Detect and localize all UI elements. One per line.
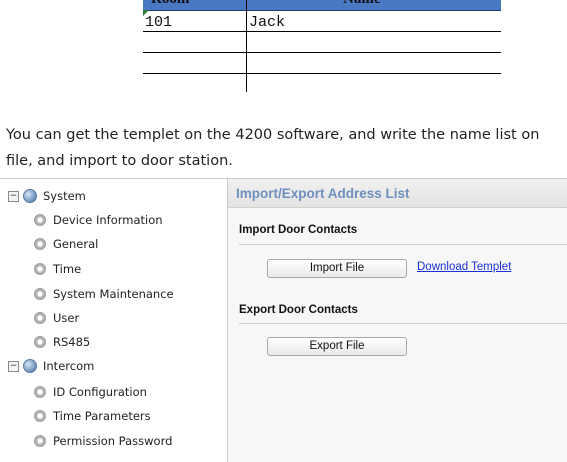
sidebar-item-time-parameters[interactable]: Time Parameters [34,405,151,427]
sidebar-item-label: Time Parameters [53,409,151,423]
table-row [143,53,501,74]
sidebar-item-general[interactable]: General [34,233,98,255]
table-header-room: Room [151,0,189,8]
import-file-button[interactable]: Import File [267,259,407,278]
gear-icon [34,386,46,398]
tree-node-label: System [43,189,86,203]
tree-node-system[interactable]: − System [8,185,86,207]
gear-icon [34,288,46,300]
export-section-title: Export Door Contacts [239,304,358,316]
instruction-line-1: You can get the templet on the 4200 soft… [6,127,540,143]
device-config-window: − System Device Information General Time… [0,178,567,462]
page-title: Import/Export Address List [236,186,410,201]
table-header: Room Name [143,0,501,11]
gear-icon [34,336,46,348]
sidebar-item-rs485[interactable]: RS485 [34,331,90,353]
collapse-toggle-icon[interactable]: − [8,360,19,372]
table-column-divider [246,0,247,92]
table-row [143,74,501,94]
sidebar-item-label: Time [53,262,82,276]
sidebar-item-device-information[interactable]: Device Information [34,209,163,231]
collapse-toggle-icon[interactable]: − [8,190,19,202]
sidebar-item-label: General [53,237,99,251]
sidebar-item-permission-password[interactable]: Permission Password [34,430,172,452]
sidebar-item-label: User [53,311,80,325]
sidebar-tree: − System Device Information General Time… [0,179,228,462]
download-templet-link[interactable]: Download Templet [417,261,511,273]
gear-icon [34,263,46,275]
table-header-name: Name [343,0,381,8]
gear-icon [34,214,46,226]
sidebar-item-label: RS485 [53,335,91,349]
section-divider [239,323,567,324]
table-row [143,32,501,53]
instruction-text: You can get the templet on the 4200 soft… [6,122,567,174]
tree-node-intercom[interactable]: − Intercom [8,355,94,377]
sidebar-item-system-maintenance[interactable]: System Maintenance [34,283,174,305]
gear-icon [34,312,46,324]
sidebar-item-label: Permission Password [53,434,173,448]
sidebar-item-user[interactable]: User [34,307,79,329]
gear-icon [34,435,46,447]
sidebar-item-label: System Maintenance [53,287,174,301]
globe-icon [23,359,37,373]
sidebar-item-label: Device Information [53,213,163,227]
export-file-button[interactable]: Export File [267,337,407,356]
globe-icon [23,189,37,203]
sidebar-item-time[interactable]: Time [34,258,81,280]
panel-header: Import/Export Address List [228,179,567,208]
instruction-line-2: file, and import to door station. [6,153,233,169]
section-divider [239,244,567,245]
main-panel: Import/Export Address List Import Door C… [228,179,567,462]
gear-icon [34,410,46,422]
sidebar-item-id-configuration[interactable]: ID Configuration [34,381,147,403]
table-cell-name: Jack [249,14,286,31]
gear-icon [34,238,46,250]
table-row: 101 Jack [143,11,501,32]
address-list-table: Room Name 101 Jack [143,0,501,92]
tree-node-label: Intercom [43,359,95,373]
sidebar-item-label: ID Configuration [53,385,147,399]
table-cell-room: 101 [145,14,173,31]
import-section-title: Import Door Contacts [239,224,358,236]
